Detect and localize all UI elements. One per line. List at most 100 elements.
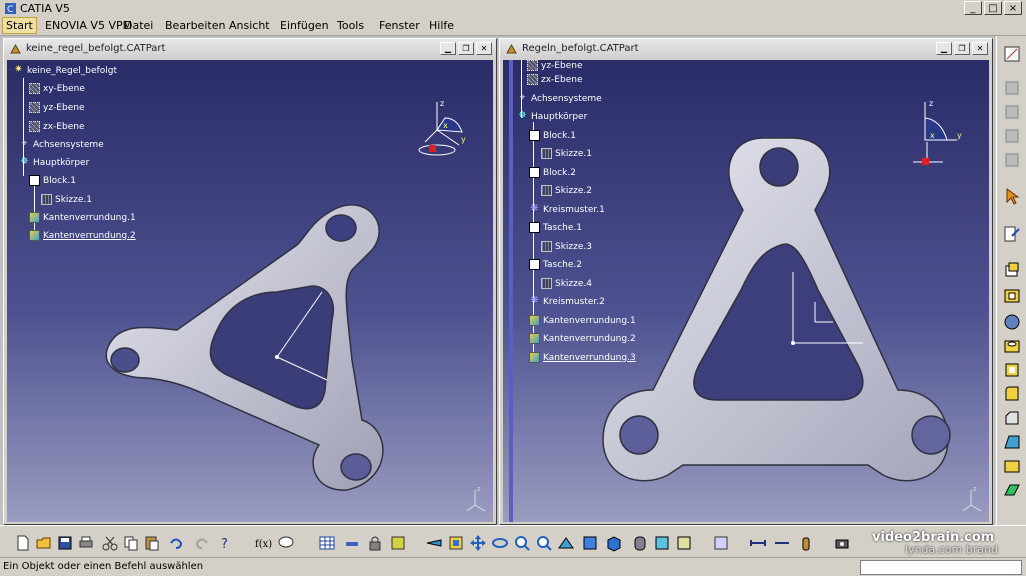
swap-visible-icon[interactable] — [675, 534, 693, 552]
redo-icon[interactable] — [193, 534, 211, 552]
tree-node[interactable]: Tasche.2 — [529, 259, 582, 270]
reference-element-icon[interactable] — [1002, 78, 1022, 98]
right-3d-viewport[interactable]: z x y z yz-Ebene zx-Ebene ⌖ Achsensysteme… — [503, 60, 989, 522]
cut-icon[interactable] — [101, 534, 119, 552]
left-document-window[interactable]: keine_regel_befolgt.CATPart ▁ ❐ ✕ z x y … — [3, 38, 497, 525]
thickness-tool-icon[interactable] — [1002, 480, 1022, 500]
tree-node[interactable]: ⌖ Achsensysteme — [19, 139, 104, 150]
lock-icon[interactable] — [366, 534, 384, 552]
shell-tool-icon[interactable] — [1002, 456, 1022, 476]
whats-this-icon[interactable]: ? — [217, 534, 235, 552]
copy-icon[interactable] — [122, 534, 140, 552]
close-button[interactable]: × — [1004, 1, 1022, 15]
update-icon[interactable] — [712, 534, 730, 552]
sketcher-icon[interactable] — [1002, 44, 1022, 64]
menu-bearbeiten[interactable]: Bearbeiten — [162, 19, 228, 32]
zoom-in-icon[interactable] — [513, 534, 531, 552]
menu-einfuegen[interactable]: Einfügen — [277, 19, 332, 32]
menu-ansicht[interactable]: Ansicht — [226, 19, 273, 32]
edge-fillet-icon[interactable] — [1002, 384, 1022, 404]
measure-between-icon[interactable] — [749, 534, 767, 552]
paste-icon[interactable] — [143, 534, 161, 552]
tools-options-icon[interactable] — [389, 534, 407, 552]
hole-tool-icon[interactable] — [1002, 336, 1022, 356]
left-doc-restore-button[interactable]: ❐ — [458, 42, 474, 55]
reference-element-icon[interactable] — [1002, 150, 1022, 170]
tree-node[interactable]: yz-Ebene — [29, 102, 84, 113]
normal-view-icon[interactable] — [557, 534, 575, 552]
maximize-button[interactable]: □ — [984, 1, 1002, 15]
right-doc-restore-button[interactable]: ❐ — [954, 42, 970, 55]
tree-node[interactable]: Kantenverrundung.2 — [29, 230, 136, 241]
menu-fenster[interactable]: Fenster — [376, 19, 423, 32]
right-document-title-bar[interactable]: Regeln_befolgt.CATPart ▁ ❐ ✕ — [500, 39, 992, 59]
reference-element-icon[interactable] — [1002, 102, 1022, 122]
fly-mode-icon[interactable] — [425, 534, 443, 552]
tree-node[interactable]: Block.1 — [529, 130, 576, 141]
measure-item-icon[interactable] — [773, 534, 791, 552]
tree-node[interactable]: Skizze.4 — [541, 278, 592, 289]
tree-scroll-indicator[interactable] — [509, 60, 513, 522]
right-document-window[interactable]: Regeln_befolgt.CATPart ▁ ❐ ✕ z x y z yz-… — [499, 38, 993, 525]
tree-node[interactable]: Block.2 — [529, 167, 576, 178]
measure-icon[interactable] — [343, 534, 361, 552]
menu-start[interactable]: Start — [2, 17, 37, 34]
knowledge-icon[interactable] — [277, 534, 295, 552]
tree-node[interactable]: zx-Ebene — [527, 74, 582, 85]
tree-node[interactable]: Block.1 — [29, 175, 76, 186]
menu-hilfe[interactable]: Hilfe — [426, 19, 457, 32]
tree-node[interactable]: zx-Ebene — [29, 121, 84, 132]
tree-node[interactable]: xy-Ebene — [29, 83, 85, 94]
open-folder-icon[interactable] — [35, 534, 53, 552]
fit-all-icon[interactable] — [447, 534, 465, 552]
tree-node[interactable]: Skizze.1 — [41, 194, 92, 205]
table-icon[interactable] — [318, 534, 336, 552]
tree-node[interactable]: Tasche.1 — [529, 222, 582, 233]
left-doc-close-button[interactable]: ✕ — [476, 42, 492, 55]
pocket-tool-icon[interactable] — [1002, 286, 1022, 306]
left-document-title-bar[interactable]: keine_regel_befolgt.CATPart ▁ ❐ ✕ — [4, 39, 496, 59]
mass-properties-icon[interactable] — [797, 534, 815, 552]
tree-node[interactable]: Skizze.1 — [541, 148, 592, 159]
undo-icon[interactable] — [167, 534, 185, 552]
shading-icon[interactable] — [631, 534, 649, 552]
view-mode-icon[interactable] — [605, 534, 623, 552]
right-doc-minimize-button[interactable]: ▁ — [936, 42, 952, 55]
tree-node[interactable]: ❋ Kreismuster.2 — [529, 296, 605, 307]
tree-node[interactable]: Kantenverrundung.1 — [29, 212, 136, 223]
draft-tool-icon[interactable] — [1002, 432, 1022, 452]
right-doc-close-button[interactable]: ✕ — [972, 42, 988, 55]
pan-icon[interactable] — [469, 534, 487, 552]
shaft-tool-icon[interactable] — [1002, 312, 1022, 332]
new-file-icon[interactable] — [14, 534, 32, 552]
save-icon[interactable] — [56, 534, 74, 552]
hide-show-icon[interactable] — [653, 534, 671, 552]
quick-view-icon[interactable] — [581, 534, 599, 552]
tree-node[interactable]: Skizze.2 — [541, 185, 592, 196]
chamfer-tool-icon[interactable] — [1002, 408, 1022, 428]
camera-icon[interactable] — [833, 534, 851, 552]
print-icon[interactable] — [77, 534, 95, 552]
left-3d-viewport[interactable]: z x y z ✷ keine_Regel_befolgt xy-Ebene yz… — [7, 60, 493, 522]
command-input[interactable] — [860, 560, 1022, 575]
rib-tool-icon[interactable] — [1002, 360, 1022, 380]
tree-node[interactable]: ⌖ Achsensysteme — [517, 93, 602, 104]
rotate-icon[interactable] — [491, 534, 509, 552]
formula-icon[interactable]: f(x) — [254, 534, 272, 552]
select-arrow-icon[interactable] — [1002, 186, 1022, 206]
left-doc-minimize-button[interactable]: ▁ — [440, 42, 456, 55]
reference-element-icon[interactable] — [1002, 126, 1022, 146]
minimize-button[interactable]: _ — [964, 1, 982, 15]
menu-tools[interactable]: Tools — [334, 19, 367, 32]
tree-node[interactable]: yz-Ebene — [527, 60, 582, 71]
zoom-out-icon[interactable] — [535, 534, 553, 552]
tree-node[interactable]: ✷ keine_Regel_befolgt — [13, 65, 117, 76]
pad-tool-icon[interactable] — [1002, 260, 1022, 280]
menu-datei[interactable]: Datei — [121, 19, 156, 32]
tree-node[interactable]: ❋ Kreismuster.1 — [529, 204, 605, 215]
annotation-icon[interactable] — [1002, 224, 1022, 244]
tree-node[interactable]: ✵ Hauptkörper — [19, 157, 89, 168]
tree-node[interactable]: ✵ Hauptkörper — [517, 111, 587, 122]
tree-node[interactable]: Kantenverrundung.1 — [529, 315, 636, 326]
tree-node[interactable]: Kantenverrundung.2 — [529, 333, 636, 344]
